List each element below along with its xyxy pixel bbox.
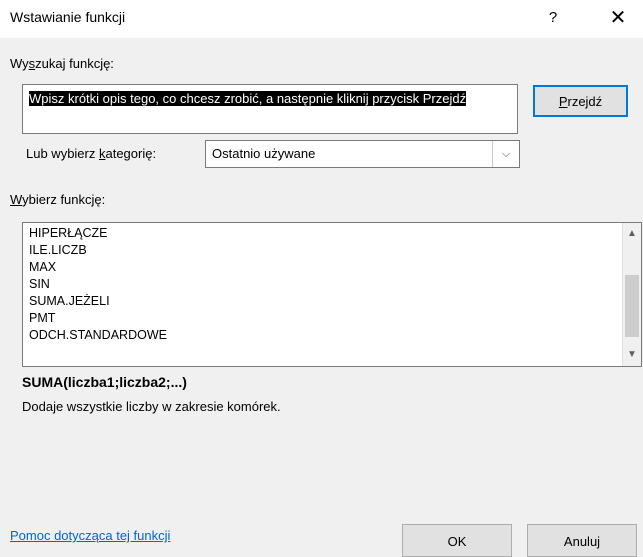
list-item[interactable]: PMT: [29, 310, 167, 327]
functions-listbox[interactable]: HIPERŁĄCZE ILE.LICZB MAX SIN SUMA.JEŻELI…: [22, 222, 642, 367]
function-signature: SUMA(liczba1;liczba2;...): [22, 374, 187, 390]
scroll-thumb[interactable]: [625, 275, 639, 337]
category-selected-value: Ostatnio używane: [212, 146, 316, 161]
list-item[interactable]: ODCH.STANDARDOWE: [29, 327, 167, 344]
list-item[interactable]: SUMA.JEŻELI: [29, 293, 167, 310]
list-item[interactable]: SIN: [29, 276, 167, 293]
scroll-down-icon[interactable]: ▼: [623, 346, 641, 364]
scroll-up-icon[interactable]: ▲: [623, 225, 641, 243]
close-icon[interactable]: ✕: [600, 4, 636, 32]
list-scrollbar[interactable]: ▲ ▼: [622, 223, 641, 366]
search-label: Wyszukaj funkcję:: [10, 56, 114, 71]
search-input-text: Wpisz krótki opis tego, co chcesz zrobić…: [29, 91, 467, 106]
chevron-down-icon[interactable]: ⌵: [492, 141, 519, 167]
insert-function-dialog: Wstawianie funkcji ? ✕ Wyszukaj funkcję:…: [0, 0, 643, 557]
list-item[interactable]: HIPERŁĄCZE: [29, 225, 167, 242]
cancel-button[interactable]: Anuluj: [527, 524, 637, 557]
ok-button[interactable]: OK: [402, 524, 512, 557]
function-description: Dodaje wszystkie liczby w zakresie komór…: [22, 399, 281, 414]
category-select[interactable]: Ostatnio używane ⌵: [205, 140, 520, 168]
functions-label: Wybierz funkcję:: [10, 192, 106, 207]
go-button[interactable]: Przejdź: [533, 85, 628, 117]
window-title: Wstawianie funkcji: [10, 9, 126, 25]
title-bar: Wstawianie funkcji ? ✕: [0, 0, 643, 38]
category-label: Lub wybierz kategorię:: [26, 146, 157, 161]
search-input[interactable]: Wpisz krótki opis tego, co chcesz zrobić…: [22, 84, 518, 134]
help-question-icon[interactable]: ?: [541, 6, 565, 30]
function-help-link[interactable]: Pomoc dotycząca tej funkcji: [10, 528, 170, 543]
functions-list: HIPERŁĄCZE ILE.LICZB MAX SIN SUMA.JEŻELI…: [29, 225, 167, 344]
list-item[interactable]: ILE.LICZB: [29, 242, 167, 259]
list-item[interactable]: MAX: [29, 259, 167, 276]
